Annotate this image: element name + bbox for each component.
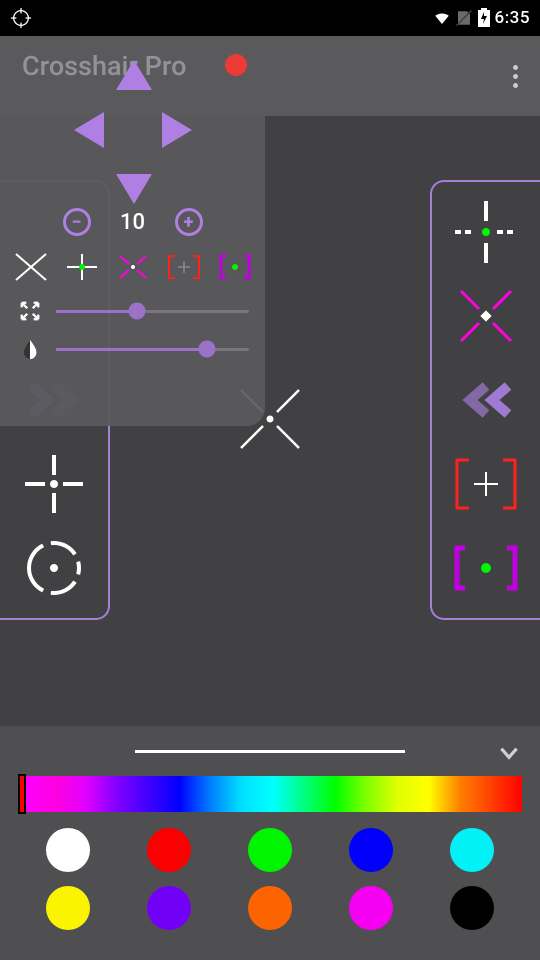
crosshair-preset[interactable] <box>446 444 526 524</box>
crosshair-preset[interactable] <box>446 192 526 272</box>
target-icon <box>10 7 32 29</box>
right-crosshair-panel[interactable] <box>430 180 540 620</box>
hue-slider[interactable] <box>18 776 522 812</box>
record-indicator[interactable] <box>225 54 247 76</box>
opacity-icon <box>16 338 44 360</box>
overlay-preset[interactable] <box>61 250 102 284</box>
overlay-preset[interactable] <box>10 250 51 284</box>
color-drawer <box>0 726 540 960</box>
control-overlay[interactable]: Crosshair Pro − 10 + <box>0 36 265 426</box>
opacity-slider[interactable] <box>56 348 249 351</box>
dpad <box>58 54 208 204</box>
size-controls: − 10 + <box>10 208 255 236</box>
overlay-preset[interactable] <box>214 250 255 284</box>
red-brackets-icon <box>447 448 525 520</box>
swatch-yellow[interactable] <box>46 886 90 930</box>
swatch-black[interactable] <box>450 886 494 930</box>
dpad-up-button[interactable] <box>116 60 152 90</box>
scale-icon <box>16 300 44 322</box>
crosshair-preset[interactable] <box>14 528 94 608</box>
swatch-blue[interactable] <box>349 828 393 872</box>
swatch-grid <box>0 812 540 946</box>
swatch-magenta[interactable] <box>349 886 393 930</box>
plus-crosshair-icon <box>15 445 93 523</box>
dpad-right-button[interactable] <box>162 112 192 148</box>
swatch-red[interactable] <box>147 828 191 872</box>
crosshair-preset[interactable] <box>446 360 526 440</box>
swatch-green[interactable] <box>248 828 292 872</box>
chevron-down-icon[interactable] <box>496 740 522 772</box>
teal-brackets-icon <box>447 542 525 594</box>
more-menu-button[interactable] <box>500 56 530 96</box>
drawer-handle-line <box>135 750 405 753</box>
battery-charging-icon <box>477 8 491 28</box>
decrease-size-button[interactable]: − <box>63 208 91 236</box>
scope-icon <box>15 533 93 603</box>
overlay-preset[interactable] <box>112 250 153 284</box>
hue-slider-handle[interactable] <box>18 774 26 814</box>
crosshair-preset[interactable] <box>14 444 94 524</box>
size-value: 10 <box>113 210 153 235</box>
status-time: 6:35 <box>495 8 530 28</box>
swatch-orange[interactable] <box>248 886 292 930</box>
overlay-preset-row <box>10 250 255 284</box>
scale-slider[interactable] <box>56 310 249 313</box>
crosshair-preset[interactable] <box>446 276 526 356</box>
swatch-white[interactable] <box>46 828 90 872</box>
wifi-icon <box>433 9 451 27</box>
status-bar: 6:35 <box>0 0 540 36</box>
swatch-cyan[interactable] <box>450 828 494 872</box>
no-sim-icon <box>455 9 473 27</box>
drawer-handle[interactable] <box>0 726 540 776</box>
x-magenta-icon <box>447 277 525 355</box>
crosshair-preset[interactable] <box>446 528 526 608</box>
swatch-purple[interactable] <box>147 886 191 930</box>
increase-size-button[interactable]: + <box>175 208 203 236</box>
dash-plus-icon <box>447 193 525 271</box>
scale-slider-row <box>10 300 255 322</box>
chevrons-left-icon <box>454 382 518 418</box>
dpad-left-button[interactable] <box>74 112 104 148</box>
opacity-slider-row <box>10 338 255 360</box>
dpad-down-button[interactable] <box>116 174 152 204</box>
overlay-preset[interactable] <box>163 250 204 284</box>
